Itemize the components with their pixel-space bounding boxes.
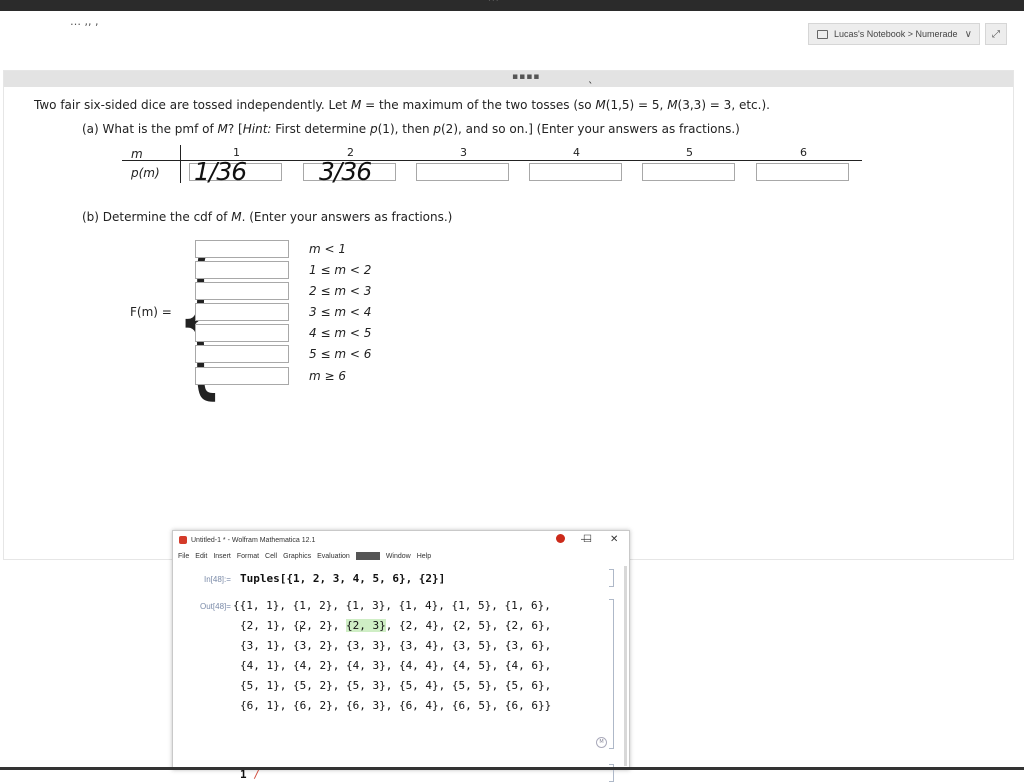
mouse-cursor-icon: I: [299, 624, 302, 635]
cdf-input-1[interactable]: [195, 240, 289, 258]
menu-cell[interactable]: Cell: [265, 553, 277, 560]
output-line-1: {{1, 1}, {1, 2}, {1, 3}, {1, 4}, {1, 5},…: [233, 599, 551, 612]
scrollbar[interactable]: [624, 566, 627, 766]
input-label: In[48]:=: [204, 575, 231, 584]
handwritten-answer-1: 1/36: [194, 157, 247, 186]
notebook-selector[interactable]: Lucas's Notebook > Numerade ∨: [808, 23, 980, 45]
highlighted-pair: {2, 3}: [345, 619, 386, 632]
cdf-condition-3: 2 ≤ m < 3: [309, 284, 372, 298]
handwritten-answer-2: 3/36: [319, 157, 372, 186]
notebook-label: Lucas's Notebook > Numerade: [834, 29, 958, 39]
grip-icon: ▪▪▪▪: [512, 72, 541, 82]
problem-panel: ▪▪▪▪ ˎ Two fair six-sided dice are tosse…: [3, 70, 1014, 560]
input-code[interactable]: Tuples[{1, 2, 3, 4, 5, 6}, {2}]: [240, 572, 445, 585]
mathematica-logo-icon: [179, 536, 187, 544]
output-line-6: {6, 1}, {6, 2}, {6, 3}, {6, 4}, {6, 5}, …: [240, 699, 552, 712]
output-cell-bracket[interactable]: [609, 599, 614, 749]
menu-format[interactable]: Format: [237, 553, 259, 560]
menu-file[interactable]: File: [178, 553, 189, 560]
cdf-input-5[interactable]: [195, 324, 289, 342]
cdf-input-6[interactable]: [195, 345, 289, 363]
close-button[interactable]: ✕: [610, 534, 618, 545]
menu-edit[interactable]: Edit: [195, 553, 207, 560]
pmf-input-5[interactable]: [642, 163, 735, 181]
notebook-icon: [817, 29, 828, 39]
menu-graphics[interactable]: Graphics: [283, 553, 311, 560]
cdf-condition-6: 5 ≤ m < 6: [309, 347, 372, 361]
expand-button[interactable]: ⤢: [985, 23, 1007, 45]
menu-evaluation[interactable]: Evaluation: [317, 553, 350, 560]
mathematica-title-bar[interactable]: Untitled-1 * - Wolfram Mathematica 12.1 …: [173, 531, 629, 549]
maximize-icon: ☐: [583, 534, 592, 545]
cdf-function-label: F(m) =: [130, 305, 172, 319]
expand-icon: ⤢: [992, 28, 1000, 40]
menu-redacted[interactable]: [355, 552, 380, 560]
cutoff-text: … ,, ,: [70, 15, 99, 28]
cdf-condition-5: 4 ≤ m < 5: [309, 326, 372, 340]
output-line-2: {2, 1}, {2, 2}, {2, 3}, {2, 4}, {2, 5}, …: [240, 619, 552, 632]
menu-insert[interactable]: Insert: [213, 553, 231, 560]
record-icon: [556, 534, 565, 543]
suggestions-icon[interactable]: M: [596, 737, 607, 748]
problem-statement: Two fair six-sided dice are tossed indep…: [34, 98, 770, 112]
pmf-header-3: 3: [460, 146, 467, 159]
cdf-condition-4: 3 ≤ m < 4: [309, 305, 372, 319]
window-title: Untitled-1 * - Wolfram Mathematica 12.1: [191, 537, 316, 544]
pmf-input-4[interactable]: [529, 163, 622, 181]
cdf-condition-7: m ≥ 6: [309, 369, 347, 383]
pmf-vertical-divider: [180, 145, 181, 183]
input-cell-bracket[interactable]: [609, 569, 614, 587]
drag-handle-bar[interactable]: ▪▪▪▪ ˎ: [4, 71, 1013, 87]
cdf-input-7[interactable]: [195, 367, 289, 385]
pmf-p-label: p(m): [131, 166, 160, 180]
output-line-4: {4, 1}, {4, 2}, {4, 3}, {4, 4}, {4, 5}, …: [240, 659, 552, 672]
top-dots: ···: [488, 0, 500, 6]
pmf-input-6[interactable]: [756, 163, 849, 181]
menu-bar: File Edit Insert Format Cell Graphics Ev…: [173, 550, 629, 562]
pmf-header-5: 5: [686, 146, 693, 159]
cdf-condition-2: 1 ≤ m < 2: [309, 263, 372, 277]
cdf-input-4[interactable]: [195, 303, 289, 321]
output-line-5: {5, 1}, {5, 2}, {5, 3}, {5, 4}, {5, 5}, …: [240, 679, 552, 692]
cdf-input-3[interactable]: [195, 282, 289, 300]
part-b-question: (b) Determine the cdf of M. (Enter your …: [82, 210, 453, 224]
cursor-mark: ˎ: [588, 71, 594, 84]
notebook-body[interactable]: In[48]:= Tuples[{1, 2, 3, 4, 5, 6}, {2}]…: [173, 564, 629, 782]
menu-help[interactable]: Help: [417, 553, 431, 560]
top-bar: ···: [0, 0, 1024, 11]
menu-window[interactable]: Window: [386, 553, 411, 560]
output-line-3: {3, 1}, {3, 2}, {3, 3}, {3, 4}, {3, 5}, …: [240, 639, 552, 652]
part-a-question: (a) What is the pmf of M? [Hint: First d…: [82, 122, 740, 136]
mathematica-window: Untitled-1 * - Wolfram Mathematica 12.1 …: [172, 530, 630, 782]
chevron-down-icon: ∨: [964, 28, 972, 40]
pmf-header-6: 6: [800, 146, 807, 159]
top-row: … ,, , Lucas's Notebook > Numerade ∨ ⤢: [0, 11, 1024, 45]
pmf-m-label: m: [131, 147, 143, 161]
cdf-condition-1: m < 1: [309, 242, 347, 256]
output-label: Out[48]=: [200, 602, 231, 611]
pmf-input-3[interactable]: [416, 163, 509, 181]
cdf-input-2[interactable]: [195, 261, 289, 279]
pmf-header-4: 4: [573, 146, 580, 159]
